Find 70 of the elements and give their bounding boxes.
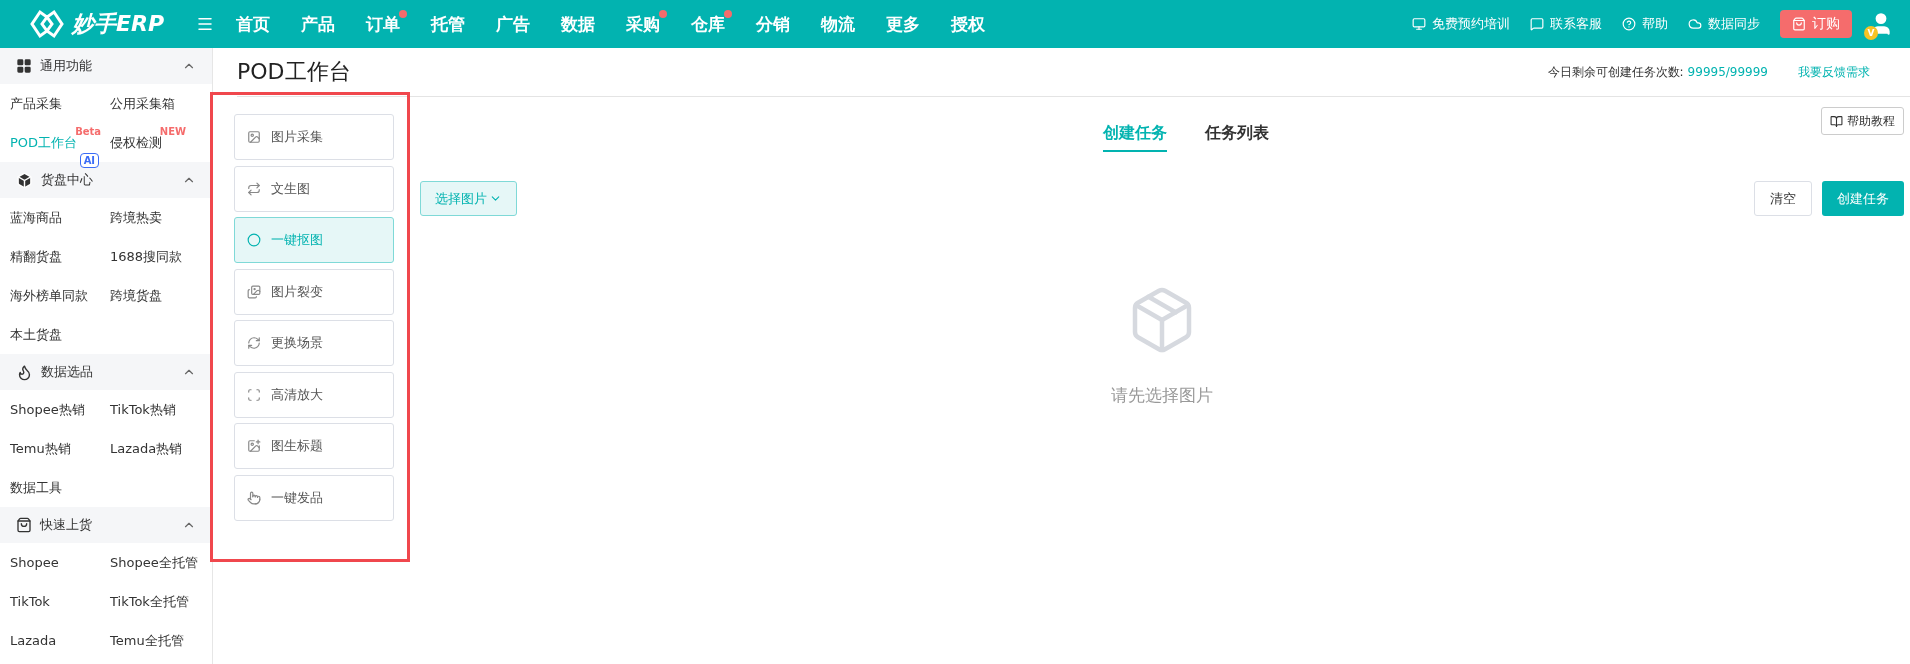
tool-button[interactable]: 图生标题 bbox=[234, 423, 394, 469]
sidebar-item[interactable]: Temu全托管 bbox=[110, 621, 184, 660]
quota-label: 今日剩余可创建任务次数: bbox=[1547, 63, 1684, 81]
book-icon bbox=[1830, 114, 1843, 128]
link-label: 联系客服 bbox=[1550, 15, 1602, 33]
tool-button[interactable]: 图片裂变 bbox=[234, 268, 394, 315]
ai-badge: AI bbox=[79, 153, 100, 168]
cube-icon bbox=[16, 171, 33, 189]
chat-icon bbox=[1530, 17, 1544, 31]
sidebar-item[interactable]: 产品采集 bbox=[10, 84, 62, 123]
bag-icon bbox=[16, 517, 32, 533]
help-icon bbox=[1622, 17, 1636, 31]
sidebar-item[interactable]: TikTok全托管 bbox=[110, 582, 189, 621]
refresh-icon bbox=[247, 336, 261, 350]
logo-text: 妙手ERP bbox=[72, 10, 165, 38]
cloud-icon bbox=[1688, 17, 1702, 31]
scan-icon bbox=[247, 387, 261, 402]
tab[interactable]: 任务列表 bbox=[1204, 123, 1269, 152]
menu-icon[interactable] bbox=[196, 15, 214, 33]
tool-button[interactable]: 更换场景 bbox=[234, 320, 394, 366]
sidebar-item[interactable]: 蓝海商品 bbox=[10, 198, 62, 237]
sidebar-item[interactable]: Shopee bbox=[10, 543, 59, 582]
section-title: 数据选品 bbox=[41, 363, 94, 381]
link-label: 数据同步 bbox=[1708, 15, 1760, 33]
images-icon bbox=[247, 284, 261, 299]
sidebar-item[interactable]: 公用采集箱 bbox=[110, 84, 175, 123]
sidebar-item[interactable]: Temu热销 bbox=[10, 429, 71, 468]
sidebar-item[interactable]: 1688搜同款 bbox=[110, 237, 183, 276]
link-label: 免费预约培训 bbox=[1432, 15, 1510, 33]
section-title: 通用功能 bbox=[40, 57, 93, 75]
sidebar-item[interactable]: 海外榜单同款 bbox=[10, 276, 88, 315]
sidebar-item[interactable]: 本土货盘 bbox=[10, 315, 62, 354]
sidebar-item[interactable]: 跨境热卖 bbox=[110, 198, 162, 237]
sidebar-item[interactable]: TikTok bbox=[10, 582, 50, 621]
sidebar-item[interactable]: 精翻货盘 bbox=[10, 237, 62, 276]
monitor-icon bbox=[1412, 17, 1426, 31]
section-header[interactable]: 通用功能 bbox=[0, 48, 212, 84]
section-header[interactable]: 快速上货 bbox=[0, 507, 212, 543]
superscript-label: NEW bbox=[159, 126, 186, 137]
page-title: POD工作台 bbox=[237, 58, 352, 86]
sidebar-item[interactable]: 数据工具 bbox=[10, 468, 62, 507]
sidebar-item[interactable]: TikTok热销 bbox=[110, 390, 176, 429]
section-header[interactable]: 数据选品 bbox=[0, 354, 212, 390]
tool-button[interactable]: 文生图 bbox=[234, 165, 394, 212]
tool-button[interactable]: 高清放大 bbox=[234, 371, 394, 418]
tool-button[interactable]: 一键发品 bbox=[234, 474, 394, 521]
sidebar-item[interactable]: 跨境货盘 bbox=[110, 276, 162, 315]
section-title: 快速上货 bbox=[40, 516, 93, 534]
image-icon bbox=[247, 439, 261, 453]
tool-button[interactable]: 图片采集 bbox=[234, 114, 394, 160]
superscript-label: Beta bbox=[75, 126, 102, 137]
sidebar-item[interactable]: Lazada热销 bbox=[110, 429, 183, 468]
circle-icon bbox=[247, 233, 261, 247]
bag-icon bbox=[1792, 17, 1806, 31]
sidebar-item[interactable]: Shopee热销 bbox=[10, 390, 85, 429]
grid-icon bbox=[16, 58, 32, 74]
quota-value: 99995/99999 bbox=[1687, 65, 1768, 79]
logo-icon bbox=[30, 9, 64, 39]
sidebar-item[interactable]: Shopee全托管 bbox=[110, 543, 198, 582]
repeat-icon bbox=[247, 181, 261, 196]
section-title: 货盘中心 bbox=[41, 171, 94, 189]
sidebar-item[interactable]: Lazada bbox=[10, 621, 57, 660]
pointer-icon bbox=[247, 490, 261, 505]
clear-button[interactable]: 清空 bbox=[1754, 181, 1812, 216]
image-icon bbox=[247, 130, 261, 144]
vip-badge: V bbox=[1864, 26, 1878, 40]
flame-icon bbox=[16, 363, 33, 381]
help-button[interactable]: 帮助教程 bbox=[1821, 107, 1904, 135]
link-label: 帮助 bbox=[1642, 15, 1668, 33]
empty-message: 请先选择图片 bbox=[1111, 384, 1213, 407]
